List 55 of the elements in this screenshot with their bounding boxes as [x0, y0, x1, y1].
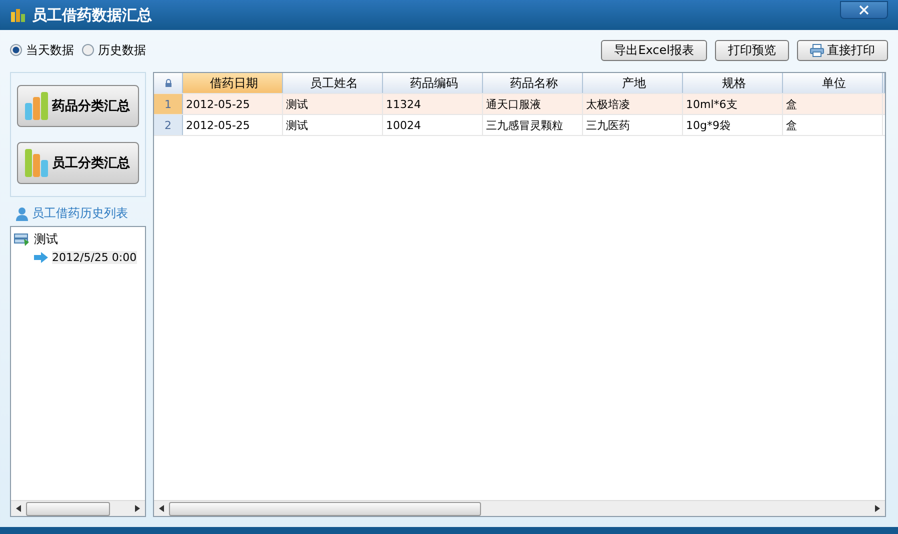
close-icon	[859, 5, 869, 15]
table-cell: 三九感冒灵颗粒	[483, 115, 583, 135]
printer-icon	[810, 44, 824, 56]
bar-chart-icon	[24, 148, 50, 178]
lock-icon	[164, 79, 172, 87]
scroll-left-icon[interactable]	[159, 505, 164, 512]
toolbar-button[interactable]: 导出Excel报表	[601, 40, 707, 60]
person-icon	[16, 206, 28, 220]
scroll-right-icon[interactable]	[135, 505, 140, 512]
summary-button[interactable]: 员工分类汇总	[17, 142, 139, 184]
horizontal-scrollbar[interactable]	[11, 500, 145, 516]
arrow-right-icon	[34, 252, 48, 262]
radio-label: 当天数据	[26, 42, 74, 58]
bar-chart-icon	[10, 7, 26, 23]
table-cell: 2012-05-25	[183, 94, 283, 114]
print-button[interactable]: 直接打印	[797, 40, 888, 60]
table-cell: 11324	[383, 94, 483, 114]
summary-button[interactable]: 药品分类汇总	[17, 85, 139, 127]
bar-chart-icon	[24, 91, 50, 121]
close-button[interactable]	[840, 1, 888, 19]
table-row[interactable]: 2 2012-05-25 测试 10024 三九感冒灵颗粒 三九医药 10g*9袋 盒	[154, 115, 885, 136]
radio-option[interactable]: 历史数据	[82, 42, 146, 58]
radio-button[interactable]	[10, 44, 22, 56]
history-list-title: 员工借药历史列表	[32, 205, 128, 222]
column-header[interactable]: 员工姓名	[283, 73, 383, 93]
table-cell: 测试	[283, 115, 383, 135]
table-cell: 盒	[783, 94, 883, 114]
row-number: 2	[154, 115, 183, 135]
table-cell: 通天口服液	[483, 94, 583, 114]
table-cell: 10ml*6支	[683, 94, 783, 114]
table-cell: 盒	[783, 115, 883, 135]
column-header[interactable]: 产地	[583, 73, 683, 93]
tree-node[interactable]: 测试	[14, 230, 142, 248]
column-header[interactable]: 规格	[683, 73, 783, 93]
window-title: 员工借药数据汇总	[32, 6, 152, 24]
radio-button[interactable]	[82, 44, 94, 56]
table-cell: 测试	[283, 94, 383, 114]
tree-node[interactable]: 2012/5/25 0:00	[14, 248, 142, 266]
column-header[interactable]: 药品编码	[383, 73, 483, 93]
table-cell: 2012-05-25	[183, 115, 283, 135]
table-row[interactable]: 1 2012-05-25 测试 11324 通天口服液 太极培凌 10ml*6支 盒	[154, 94, 885, 115]
row-number: 1	[154, 94, 183, 114]
scroll-right-icon[interactable]	[875, 505, 880, 512]
column-header[interactable]: 单位	[783, 73, 883, 93]
column-header[interactable]: 药品名称	[483, 73, 583, 93]
column-header[interactable]: 借药日期	[183, 73, 283, 93]
table-cell: 三九医药	[583, 115, 683, 135]
table-cell: 10g*9袋	[683, 115, 783, 135]
table-cell: 10024	[383, 115, 483, 135]
table-cell: 太极培凌	[583, 94, 683, 114]
radio-option[interactable]: 当天数据	[10, 42, 74, 58]
scroll-left-icon[interactable]	[16, 505, 21, 512]
radio-label: 历史数据	[98, 42, 146, 58]
horizontal-scrollbar[interactable]	[154, 500, 885, 516]
toolbar-button[interactable]: 打印预览	[715, 40, 789, 60]
